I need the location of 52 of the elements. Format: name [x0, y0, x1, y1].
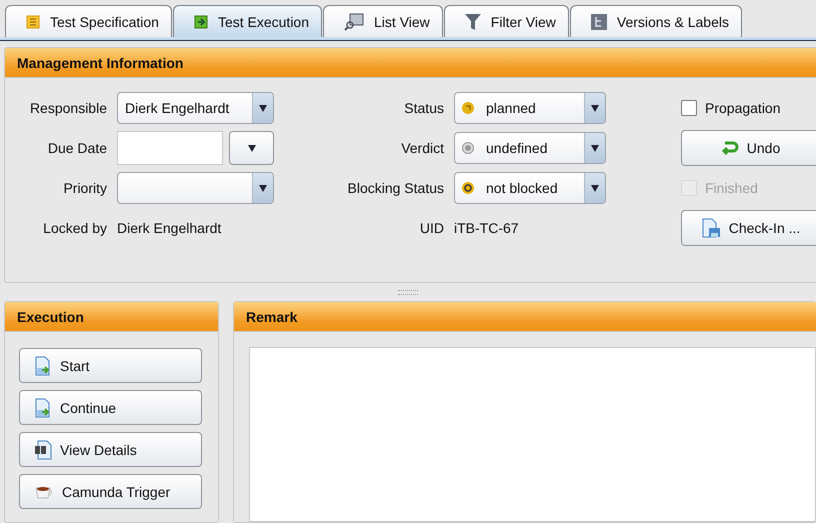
field-label: Status: [404, 100, 444, 116]
panel-header: Management Information: [5, 48, 816, 78]
action-button[interactable]: Start: [19, 348, 202, 383]
binoculars-icon: [34, 440, 52, 460]
date-field[interactable]: [117, 131, 223, 165]
caret-icon: [259, 104, 267, 112]
caret-icon: [591, 144, 599, 152]
tab[interactable]: Versions & Labels: [570, 5, 742, 37]
radio-icon: [462, 142, 474, 154]
list-view-icon: [344, 12, 364, 30]
action-button[interactable]: Continue: [19, 390, 202, 425]
play-icon: [194, 14, 208, 28]
cycle-icon: [462, 182, 474, 194]
funnel-icon: [464, 12, 481, 30]
action-button[interactable]: Camunda Trigger: [19, 474, 202, 509]
combo-box[interactable]: planned: [454, 92, 606, 124]
document-refresh-icon: [34, 398, 52, 418]
undo-button[interactable]: Undo: [681, 130, 816, 166]
checkbox[interactable]: Propagation: [681, 100, 816, 116]
panel-header: Remark: [234, 302, 816, 332]
panel-header: Execution: [5, 302, 218, 332]
document-save-icon: [700, 218, 721, 238]
list-icon: [26, 14, 40, 28]
field-value: Dierk Engelhardt: [117, 220, 222, 236]
field-label: Priority: [63, 180, 107, 196]
tab[interactable]: Filter View: [444, 5, 569, 37]
combo-box[interactable]: [117, 172, 274, 204]
remark-field[interactable]: [249, 347, 816, 522]
document-arrow-icon: [34, 356, 52, 376]
caret-icon: [591, 184, 599, 192]
tab[interactable]: List View: [323, 5, 443, 37]
field-label: UID: [420, 220, 444, 236]
action-button[interactable]: View Details: [19, 432, 202, 467]
field-value: iTB-TC-67: [454, 220, 520, 236]
field-label: Due Date: [48, 140, 107, 156]
field-label: Blocking Status: [348, 180, 444, 196]
caret-icon: [259, 184, 267, 192]
undo-arrow-icon: [720, 141, 739, 155]
caret-icon: [248, 144, 256, 152]
combo-box[interactable]: not blocked: [454, 172, 606, 204]
tab[interactable]: Test Execution: [172, 5, 322, 37]
tree-icon: [590, 14, 607, 30]
field-label: Verdict: [401, 140, 444, 156]
status-icon: [462, 102, 474, 114]
combo-box[interactable]: undefined: [454, 132, 606, 164]
combo-box[interactable]: Dierk Engelhardt: [117, 92, 274, 124]
tab[interactable]: Test Specification: [5, 5, 172, 37]
field-label: Responsible: [30, 100, 107, 116]
date-dropdown-button[interactable]: [229, 131, 274, 165]
check-in-button[interactable]: Check-In ...: [681, 210, 816, 246]
caret-icon: [591, 104, 599, 112]
field-label: Locked by: [43, 220, 107, 236]
